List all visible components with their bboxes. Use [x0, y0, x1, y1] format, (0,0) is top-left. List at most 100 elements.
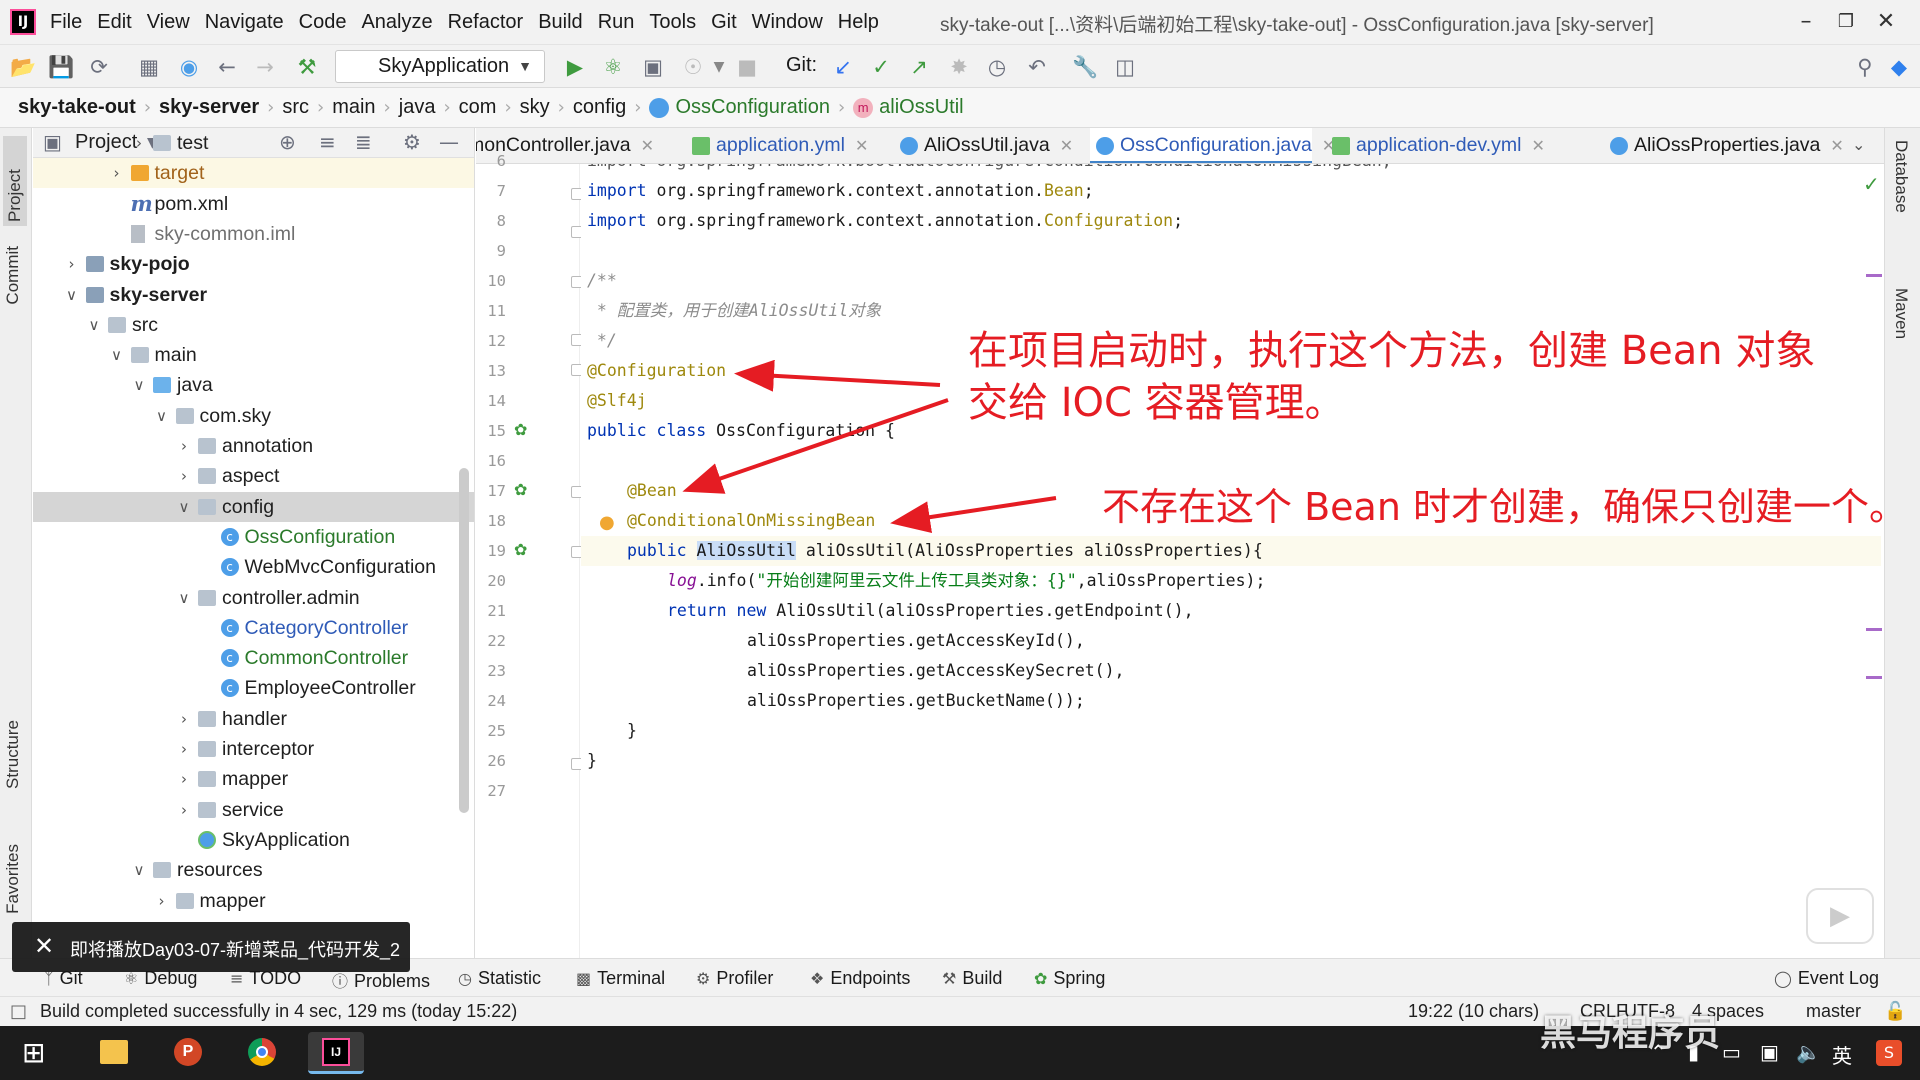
git-update-icon[interactable]: ↙ [830, 54, 856, 80]
coverage-icon[interactable]: ▣ [640, 54, 666, 80]
chevron-right-icon[interactable]: › [131, 128, 147, 158]
chevron-right-icon[interactable]: › [64, 249, 80, 279]
menu-code[interactable]: Code [299, 11, 347, 34]
breadcrumb-main[interactable]: main [332, 96, 375, 119]
tree-scrollbar[interactable] [459, 468, 469, 813]
menu-navigate[interactable]: Navigate [205, 11, 284, 34]
taskbar-intellij[interactable]: IJ [308, 1032, 364, 1074]
rollback-icon[interactable]: ↶ [1024, 54, 1050, 80]
tool-terminal[interactable]: ▩ Terminal [576, 968, 665, 989]
tab-favorites[interactable]: Favorites [3, 844, 23, 914]
chevron-down-icon[interactable]: ∨ [109, 340, 125, 370]
stop-icon[interactable]: ■ [734, 54, 760, 80]
search-icon[interactable]: ⚲ [1852, 54, 1878, 80]
tree-item-skyapplication[interactable]: SkyApplication [33, 825, 474, 855]
tree-item-aspect[interactable]: › aspect [33, 461, 474, 491]
taskbar-chrome[interactable] [234, 1032, 290, 1074]
tab-maven[interactable]: Maven [1891, 288, 1911, 339]
chevron-right-icon[interactable]: › [176, 734, 192, 764]
tree-item-interceptor[interactable]: › interceptor [33, 734, 474, 764]
tray-network-icon[interactable]: ▣ [1760, 1040, 1779, 1064]
close-icon[interactable]: ✕ [1531, 136, 1544, 155]
tool-profiler[interactable]: ⚙ Profiler [696, 968, 773, 989]
tree-item-service[interactable]: › service [33, 795, 474, 825]
chevron-down-icon[interactable]: ∨ [64, 280, 80, 310]
caret-position[interactable]: 19:22 (10 chars) [1408, 1001, 1539, 1022]
intention-bulb-icon[interactable]: ● [599, 512, 615, 533]
tree-item-config[interactable]: ∨ config [33, 492, 474, 522]
project-structure-icon[interactable]: ▦ [136, 54, 162, 80]
history-icon[interactable]: ◷ [984, 54, 1010, 80]
tab-application-dev-yml[interactable]: application-dev.yml ✕ [1326, 128, 1545, 163]
tab-project[interactable]: Project [3, 136, 27, 226]
tree-item-main[interactable]: ∨ main [33, 340, 474, 370]
tab-list-chevron-icon[interactable]: ⌄ [1852, 128, 1865, 163]
menu-analyze[interactable]: Analyze [361, 11, 432, 34]
tree-item-pom-xml[interactable]: m pom.xml [33, 189, 474, 219]
tab-oss-configuration[interactable]: OssConfiguration.java ✕ [1090, 128, 1335, 163]
tree-item-categorycontroller[interactable]: c CategoryController [33, 613, 474, 643]
taskbar-powerpoint[interactable]: P [160, 1032, 216, 1074]
tree-item-sky-server[interactable]: ∨ sky-server [33, 280, 474, 310]
menu-view[interactable]: View [147, 11, 190, 34]
tab-application-yml[interactable]: application.yml ✕ [686, 128, 868, 163]
save-icon[interactable]: 💾 [48, 54, 74, 80]
spring-bean-icon[interactable]: ✿ [514, 480, 527, 499]
chevron-right-icon[interactable]: › [176, 764, 192, 794]
code-editor[interactable]: import org.springframework.boot.autoconf… [581, 164, 1881, 958]
git-merge-icon[interactable]: ✸ [946, 54, 972, 80]
no-problems-check-icon[interactable]: ✓ [1863, 172, 1880, 196]
close-window-icon[interactable]: ✕ [1866, 7, 1906, 37]
tree-item-test[interactable]: › test [33, 128, 474, 158]
tab-alioss-properties[interactable]: AliOssProperties.java ✕ [1604, 128, 1844, 163]
git-branch[interactable]: master [1806, 1001, 1861, 1022]
close-icon[interactable]: ✕ [1830, 136, 1843, 155]
open-folder-icon[interactable]: 📂 [10, 54, 36, 80]
tree-item-annotation[interactable]: › annotation [33, 431, 474, 461]
tool-spring[interactable]: ✿ Spring [1034, 968, 1105, 989]
tab-commit[interactable]: Commit [3, 246, 23, 305]
run-configuration-select[interactable]: SkyApplication ▼ [335, 50, 545, 83]
tree-item-handler[interactable]: › handler [33, 704, 474, 734]
tool-event-log[interactable]: ◯ Event Log [1774, 968, 1879, 989]
back-icon[interactable]: ← [214, 54, 240, 80]
tray-battery-icon[interactable]: ▭ [1722, 1040, 1741, 1064]
chevron-down-icon[interactable]: ∨ [154, 401, 170, 431]
chevron-down-icon[interactable]: ∨ [131, 855, 147, 885]
git-commit-icon[interactable]: ✓ [868, 54, 894, 80]
menu-run[interactable]: Run [598, 11, 635, 34]
chevron-down-icon[interactable]: ∨ [176, 492, 192, 522]
chevron-right-icon[interactable]: › [176, 461, 192, 491]
tree-item-mapper[interactable]: › mapper [33, 764, 474, 794]
breadcrumb-config[interactable]: config [573, 96, 626, 119]
minimize-icon[interactable]: – [1786, 7, 1826, 37]
breadcrumb-class[interactable]: OssConfiguration [675, 96, 830, 119]
close-icon[interactable]: ✕ [1060, 136, 1073, 155]
git-push-icon[interactable]: ↗ [906, 54, 932, 80]
sync-icon[interactable]: ⟳ [86, 54, 112, 80]
breadcrumb-method[interactable]: aliOssUtil [879, 96, 963, 119]
tool-statistic[interactable]: ◷ Statistic [458, 968, 541, 989]
menu-window[interactable]: Window [752, 11, 823, 34]
status-toggle-icon[interactable]: □ [10, 1001, 27, 1022]
spring-bean-icon[interactable]: ✿ [514, 540, 527, 559]
tree-item-webmvcconfiguration[interactable]: c WebMvcConfiguration [33, 552, 474, 582]
tab-database[interactable]: Database [1891, 140, 1911, 213]
chevron-right-icon[interactable]: › [176, 795, 192, 825]
video-play-icon[interactable]: ▶ [1806, 888, 1874, 944]
close-icon[interactable]: ✕ [34, 932, 54, 960]
breadcrumb-project[interactable]: sky-take-out [18, 96, 136, 119]
chevron-right-icon[interactable]: › [109, 158, 125, 188]
run-icon[interactable]: ▶ [562, 54, 588, 80]
tree-item-commoncontroller[interactable]: c CommonController [33, 643, 474, 673]
close-icon[interactable]: ✕ [641, 136, 654, 155]
menu-help[interactable]: Help [838, 11, 879, 34]
close-icon[interactable]: ✕ [855, 136, 868, 155]
breadcrumb-java[interactable]: java [399, 96, 436, 119]
build-hammer-icon[interactable]: ⚒ [294, 54, 320, 80]
jetbrains-toolbox-icon[interactable]: ◆ [1886, 54, 1912, 80]
settings-wrench-icon[interactable]: 🔧 [1072, 54, 1098, 80]
menu-refactor[interactable]: Refactor [448, 11, 524, 34]
project-structure-icon[interactable]: ◫ [1112, 54, 1138, 80]
tree-item-sky-common-iml[interactable]: sky-common.iml [33, 219, 474, 249]
